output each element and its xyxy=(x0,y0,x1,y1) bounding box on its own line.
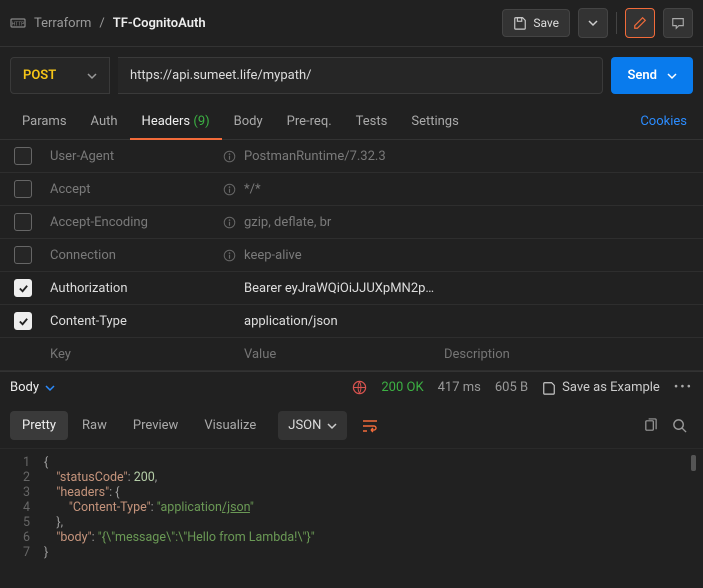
header-key: Accept xyxy=(50,182,91,197)
header-key: User-Agent xyxy=(50,149,114,164)
method-label: POST xyxy=(23,68,56,83)
response-tab-raw[interactable]: Raw xyxy=(70,411,119,440)
response-code[interactable]: 1{2 "statusCode": 200,3 "headers": {4 "C… xyxy=(0,449,703,566)
edit-button[interactable] xyxy=(625,8,655,38)
chevron-down-icon xyxy=(327,421,337,431)
method-select[interactable]: POST xyxy=(10,57,110,94)
header-checkbox[interactable] xyxy=(14,147,32,165)
code-line: 2 "statusCode": 200, xyxy=(0,470,703,485)
response-format-select[interactable]: JSON xyxy=(278,411,347,440)
header-row[interactable]: User-Agent PostmanRuntime/7.32.3 xyxy=(0,140,703,173)
breadcrumb: HTTP Terraform / TF-CognitoAuth xyxy=(10,15,494,31)
response-body-dropdown[interactable]: Body xyxy=(10,380,55,395)
chevron-down-icon xyxy=(87,71,97,81)
comments-button[interactable] xyxy=(663,8,693,38)
send-button[interactable]: Send xyxy=(611,57,693,94)
format-label: JSON xyxy=(288,418,321,433)
header-checkbox[interactable] xyxy=(14,279,32,297)
search-response-button[interactable] xyxy=(666,412,693,439)
header-key: Accept-Encoding xyxy=(50,215,148,230)
response-tab-visualize[interactable]: Visualize xyxy=(192,411,268,440)
tab-tests[interactable]: Tests xyxy=(344,104,400,139)
status-size: 605 B xyxy=(495,380,528,395)
code-line: 1{ xyxy=(0,455,703,470)
header-row[interactable]: Accept-Encoding gzip, deflate, br xyxy=(0,206,703,239)
response-tab-pretty[interactable]: Pretty xyxy=(10,411,68,440)
search-icon xyxy=(672,418,687,433)
headers-table: User-Agent PostmanRuntime/7.32.3 Accept */*… xyxy=(0,140,703,371)
new-header-desc[interactable] xyxy=(444,347,703,362)
svg-text:HTTP: HTTP xyxy=(12,22,25,28)
response-body-label: Body xyxy=(10,380,39,395)
chevron-down-icon xyxy=(588,18,598,28)
header-checkbox[interactable] xyxy=(14,312,32,330)
header-value[interactable]: Bearer eyJraWQiOiJJUXpMN2p… xyxy=(244,281,444,296)
tab-headers-label: Headers xyxy=(142,114,191,129)
info-icon xyxy=(223,150,236,163)
header-value: PostmanRuntime/7.32.3 xyxy=(244,149,444,164)
header-checkbox[interactable] xyxy=(14,180,32,198)
code-line: 4 "Content-Type": "application/json" xyxy=(0,500,703,515)
cookies-link[interactable]: Cookies xyxy=(634,104,693,139)
new-header-value[interactable] xyxy=(244,347,436,362)
save-icon xyxy=(542,381,556,395)
header-value[interactable]: application/json xyxy=(244,314,444,329)
url-input[interactable] xyxy=(118,57,603,94)
header-row[interactable]: Content-Type application/json xyxy=(0,305,703,338)
info-icon xyxy=(223,216,236,229)
http-icon: HTTP xyxy=(10,15,26,31)
header-row[interactable]: Connection keep-alive xyxy=(0,239,703,272)
copy-response-button[interactable] xyxy=(637,412,664,439)
code-line: 3 "headers": { xyxy=(0,485,703,500)
network-icon[interactable] xyxy=(352,380,367,395)
header-checkbox[interactable] xyxy=(14,246,32,264)
header-value: gzip, deflate, br xyxy=(244,215,444,230)
scroll-indicator[interactable] xyxy=(691,455,696,471)
tab-params[interactable]: Params xyxy=(10,104,79,139)
tab-prereq[interactable]: Pre-req. xyxy=(275,104,344,139)
wrap-icon xyxy=(362,419,378,433)
request-title[interactable]: TF-CognitoAuth xyxy=(113,16,206,31)
chevron-down-icon xyxy=(667,71,677,81)
header-checkbox[interactable] xyxy=(14,213,32,231)
code-line: 7} xyxy=(0,545,703,560)
save-label: Save xyxy=(533,16,559,30)
header-row[interactable]: Authorization Bearer eyJraWQiOiJJUXpMN2p… xyxy=(0,272,703,305)
tab-settings[interactable]: Settings xyxy=(399,104,470,139)
header-key[interactable]: Authorization xyxy=(50,281,128,296)
headers-count: (9) xyxy=(193,114,209,129)
header-row[interactable]: Accept */* xyxy=(0,173,703,206)
save-as-example[interactable]: Save as Example xyxy=(542,380,660,395)
chevron-down-icon xyxy=(45,383,55,393)
response-tab-preview[interactable]: Preview xyxy=(121,411,190,440)
save-button[interactable]: Save xyxy=(502,9,570,37)
status-time: 417 ms xyxy=(438,380,481,395)
comment-icon xyxy=(671,16,685,30)
status-code: 200 OK xyxy=(381,380,423,395)
header-key: Connection xyxy=(50,248,116,263)
save-dropdown[interactable] xyxy=(578,8,608,38)
header-row-new[interactable] xyxy=(0,338,703,371)
tab-body[interactable]: Body xyxy=(222,104,275,139)
header-value: */* xyxy=(244,182,444,197)
header-key[interactable]: Content-Type xyxy=(50,314,127,329)
code-line: 5 }, xyxy=(0,515,703,530)
header-value: keep-alive xyxy=(244,248,444,263)
wrap-lines-button[interactable] xyxy=(355,412,385,440)
tab-headers[interactable]: Headers (9) xyxy=(130,104,222,139)
new-header-key[interactable] xyxy=(50,347,236,362)
info-icon xyxy=(223,183,236,196)
breadcrumb-sep: / xyxy=(99,16,104,31)
response-more-icon[interactable]: ••• xyxy=(674,380,693,395)
send-label: Send xyxy=(627,68,657,83)
save-icon xyxy=(513,16,527,30)
pencil-icon xyxy=(633,16,647,30)
workspace-name[interactable]: Terraform xyxy=(34,16,91,31)
copy-icon xyxy=(643,418,658,433)
save-example-label: Save as Example xyxy=(562,380,660,395)
info-icon xyxy=(223,249,236,262)
tab-auth[interactable]: Auth xyxy=(79,104,130,139)
code-line: 6 "body": "{\"message\":\"Hello from Lam… xyxy=(0,530,703,545)
